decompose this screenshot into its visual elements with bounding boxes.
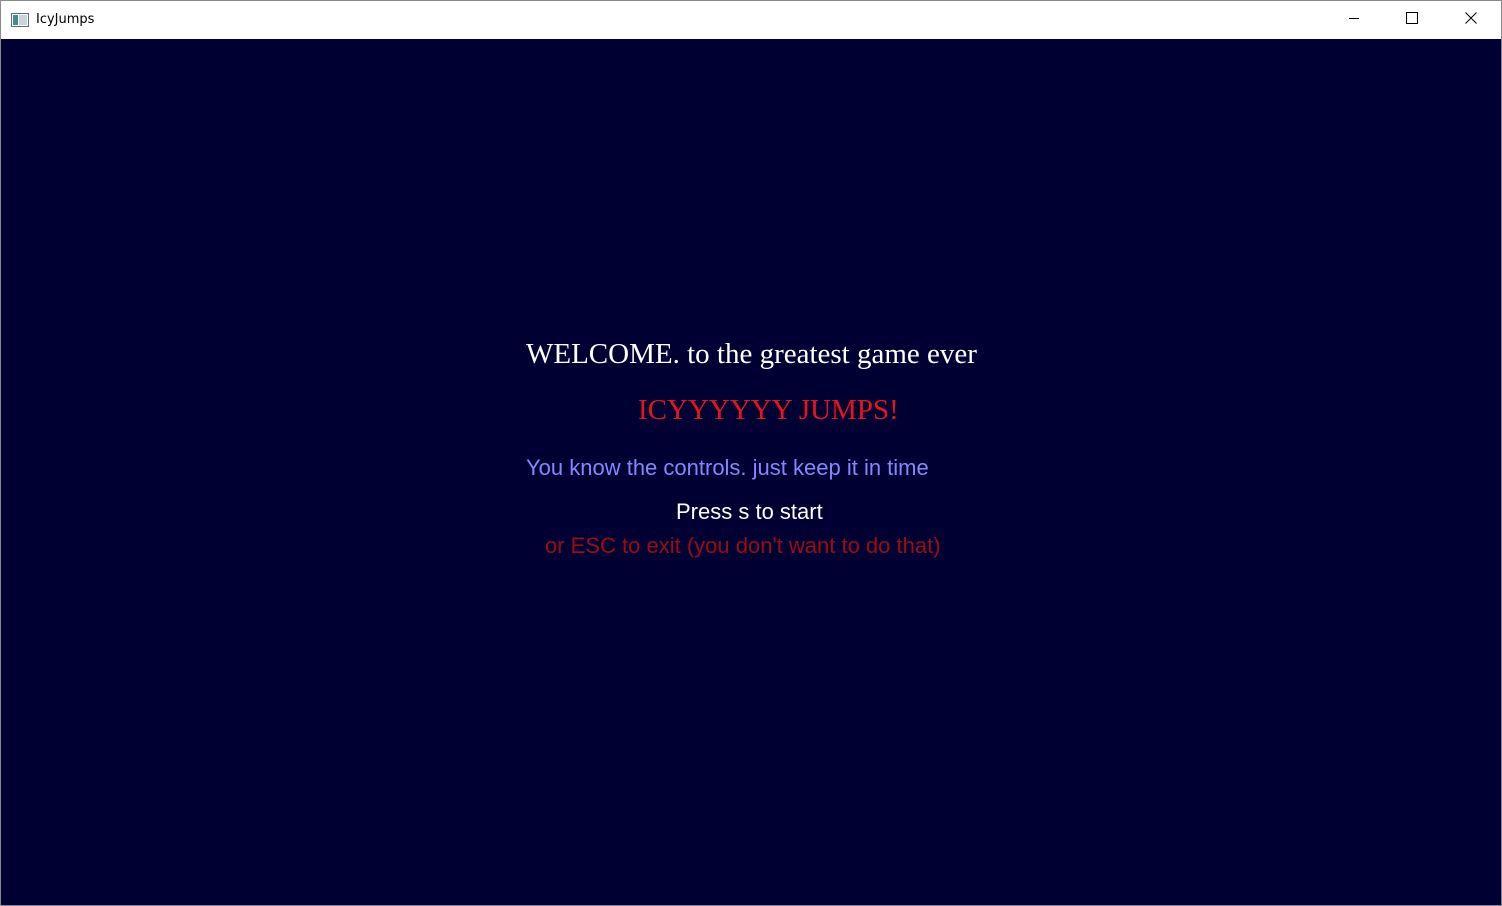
maximize-icon bbox=[1406, 11, 1418, 29]
minimize-button[interactable] bbox=[1325, 1, 1383, 39]
game-title: ICYYYYYY JUMPS! bbox=[638, 394, 899, 426]
controls-hint: You know the controls. just keep it in t… bbox=[526, 455, 929, 480]
close-button[interactable] bbox=[1442, 1, 1500, 39]
title-bar[interactable]: IcyJumps bbox=[1, 1, 1501, 39]
minimize-icon bbox=[1348, 11, 1360, 29]
close-icon bbox=[1465, 11, 1477, 29]
maximize-button[interactable] bbox=[1383, 1, 1441, 39]
start-prompt: Press s to start bbox=[676, 499, 823, 524]
window-title: IcyJumps bbox=[36, 12, 95, 27]
app-window: IcyJumps WELCOME. to the greatest game e… bbox=[0, 0, 1502, 906]
welcome-text: WELCOME. to the greatest game ever bbox=[526, 338, 977, 370]
game-canvas[interactable]: WELCOME. to the greatest game ever ICYYY… bbox=[1, 39, 1501, 905]
exit-prompt: or ESC to exit (you don't want to do tha… bbox=[545, 533, 941, 558]
app-window-icon bbox=[11, 13, 29, 27]
